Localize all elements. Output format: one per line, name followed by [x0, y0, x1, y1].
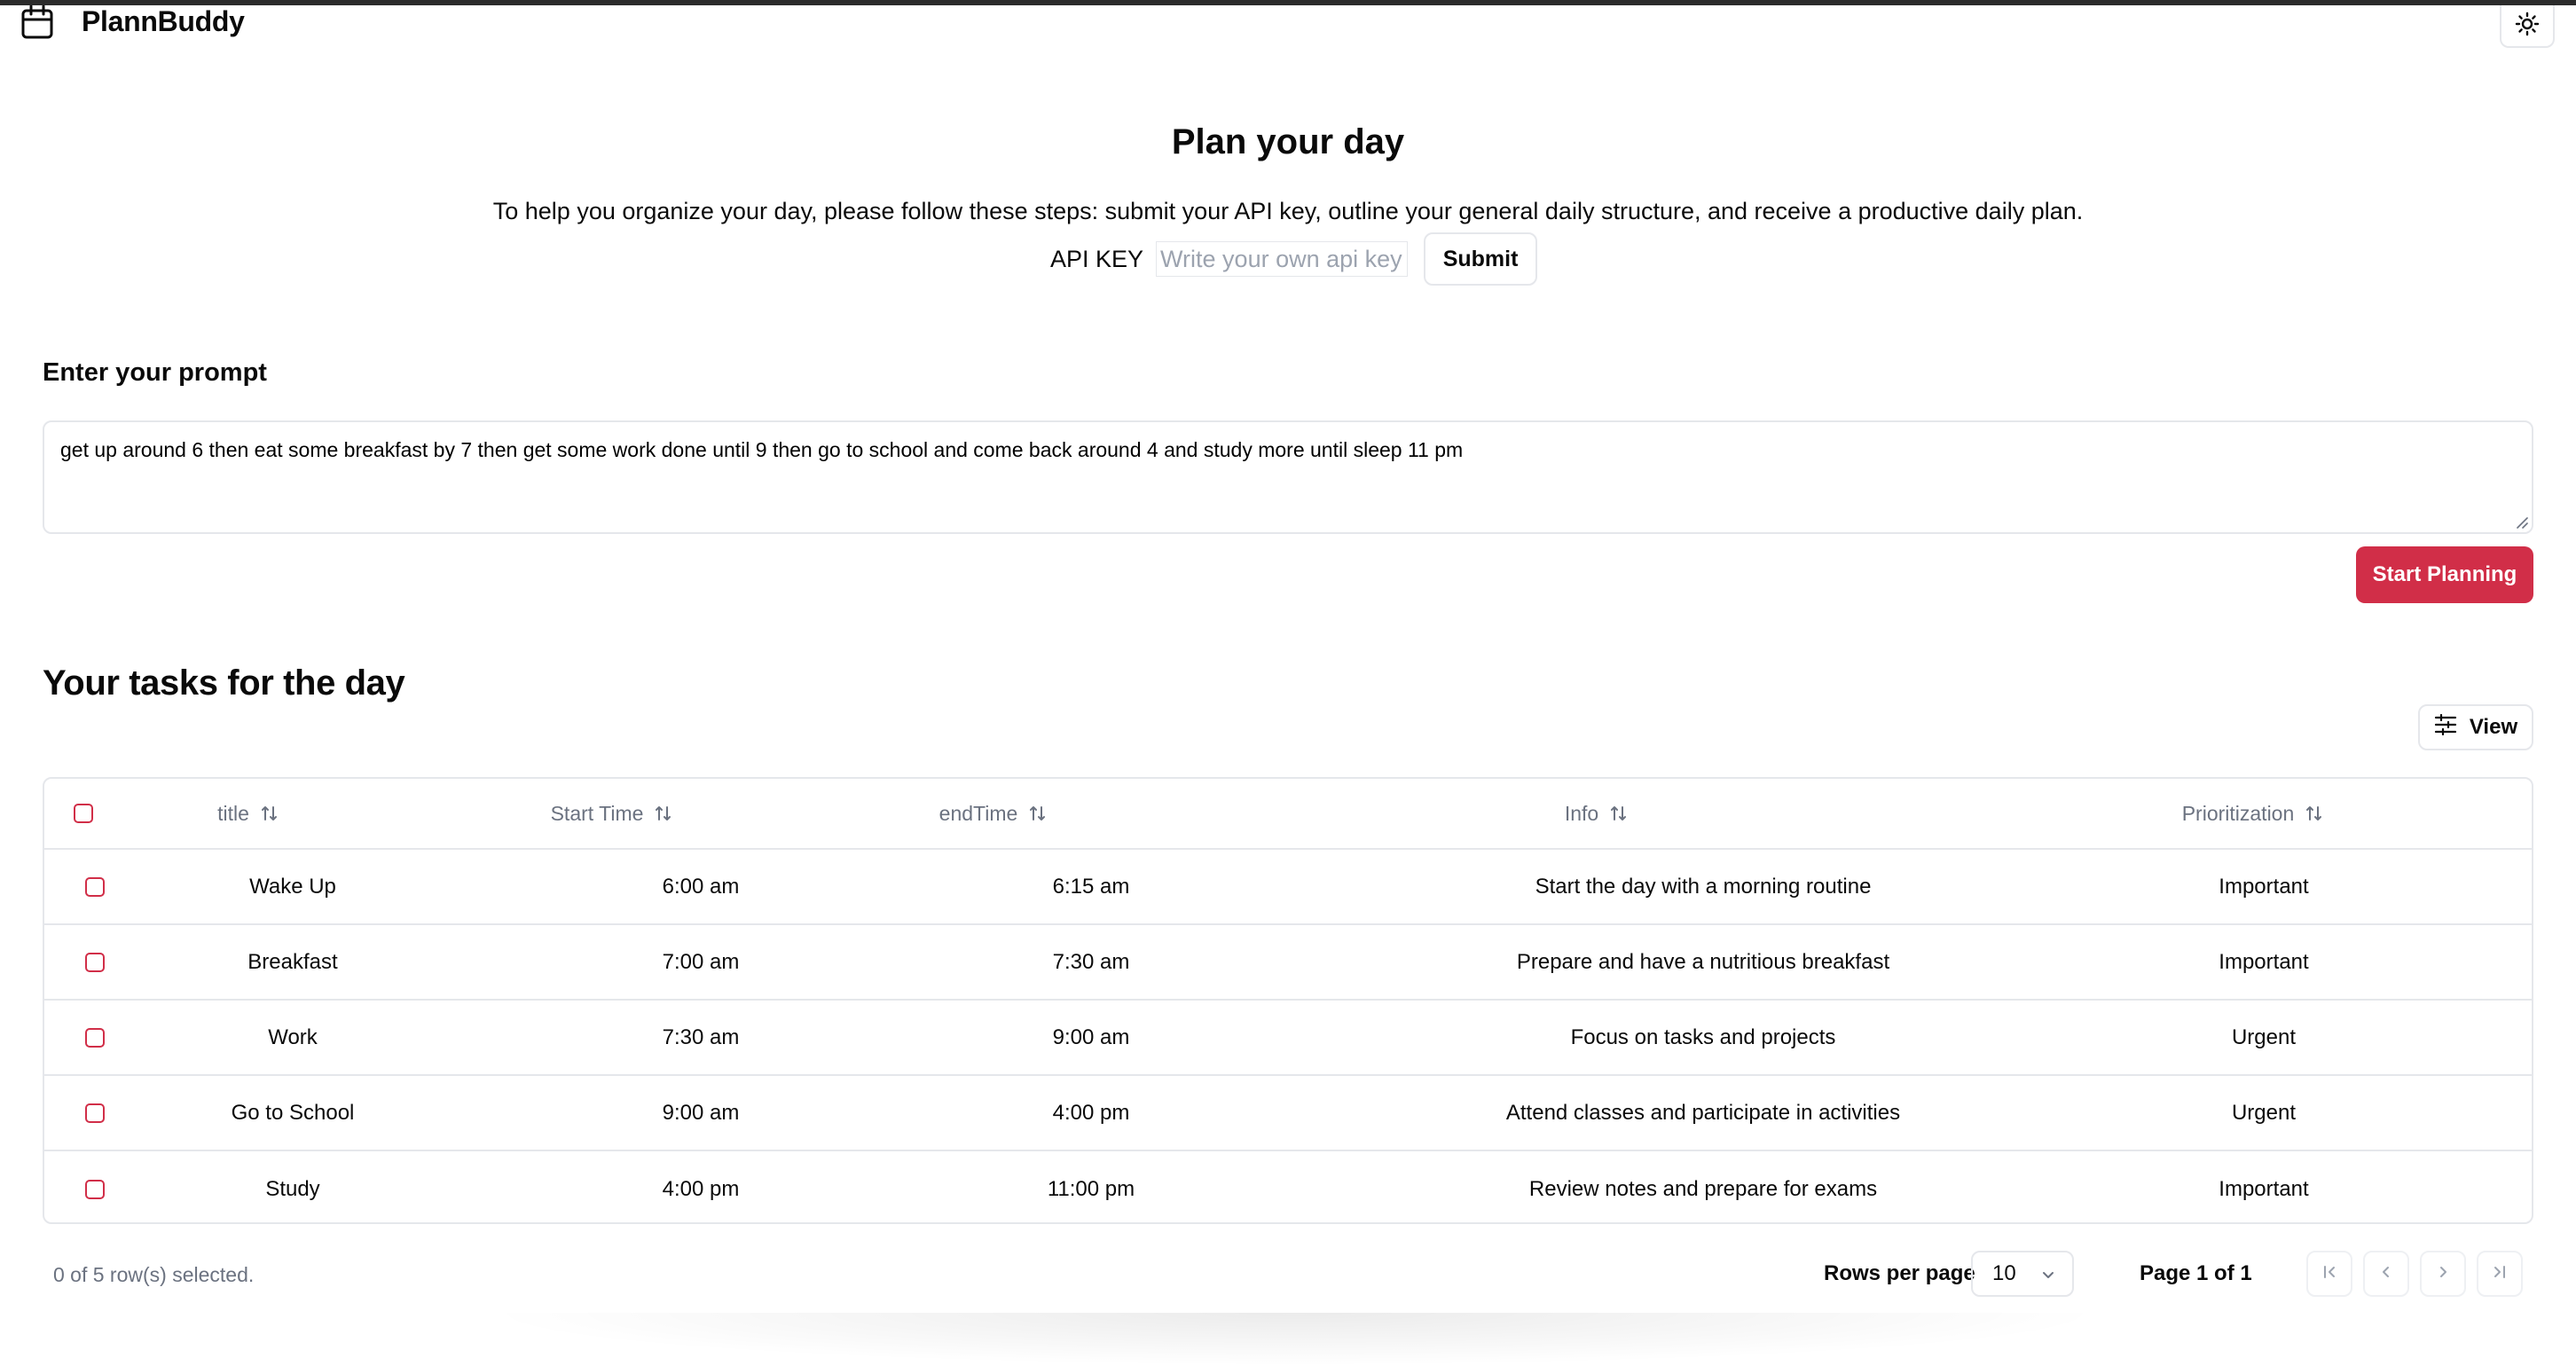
- prompt-textarea[interactable]: [43, 420, 2533, 534]
- cell-end-time: 6:15 am: [1052, 874, 1130, 899]
- start-planning-button[interactable]: Start Planning: [2356, 546, 2533, 603]
- app-title: PlannBuddy: [82, 5, 245, 37]
- last-page-button[interactable]: [2477, 1251, 2523, 1297]
- column-header-end-time[interactable]: endTime: [878, 779, 1109, 848]
- column-header-label: Prioritization: [2181, 801, 2295, 825]
- table-row: Study 4:00 pm 11:00 pm Review notes and …: [44, 1151, 2532, 1222]
- table-row: Work 7:30 am 9:00 am Focus on tasks and …: [44, 1001, 2532, 1076]
- cell-prioritization: Important: [2219, 1176, 2309, 1201]
- last-page-icon: [2491, 1263, 2509, 1285]
- cell-start-time: 4:00 pm: [662, 1176, 740, 1201]
- sliders-icon: [2434, 713, 2470, 742]
- cell-info: Focus on tasks and projects: [1570, 1024, 1836, 1049]
- table-row: Go to School 9:00 am 4:00 pm Attend clas…: [44, 1076, 2532, 1151]
- row-checkbox[interactable]: [85, 876, 105, 897]
- prev-page-icon: [2377, 1263, 2395, 1285]
- row-checkbox[interactable]: [85, 1027, 105, 1048]
- bottom-shadow: [479, 1313, 2111, 1366]
- column-header-label: Info: [1564, 801, 1599, 825]
- sort-icon: [654, 804, 673, 823]
- table-header-row: title Start Time endTime Info Prioritiza…: [44, 779, 2532, 850]
- select-all-cell: [64, 779, 103, 848]
- column-header-prioritization[interactable]: Prioritization: [2120, 779, 2386, 848]
- cell-title: Work: [268, 1024, 318, 1049]
- row-select-cell: [85, 1001, 105, 1074]
- api-key-form: API KEY Submit: [1050, 232, 1538, 286]
- column-header-label: endTime: [939, 801, 1018, 825]
- calendar-icon: [20, 4, 55, 39]
- cell-start-time: 9:00 am: [662, 1100, 740, 1125]
- cell-start-time: 6:00 am: [662, 874, 740, 899]
- first-page-button[interactable]: [2306, 1251, 2352, 1297]
- select-all-checkbox[interactable]: [74, 804, 93, 823]
- row-select-cell: [85, 1151, 105, 1222]
- app-header: PlannBuddy: [0, 4, 2576, 51]
- rows-per-page-value: 10: [1992, 1261, 2016, 1285]
- theme-toggle-button[interactable]: [2500, 5, 2555, 48]
- cell-prioritization: Important: [2219, 949, 2309, 974]
- sort-icon: [1028, 804, 1048, 823]
- cell-prioritization: Important: [2219, 874, 2309, 899]
- sort-icon: [260, 804, 279, 823]
- column-header-label: Start Time: [550, 801, 644, 825]
- submit-button[interactable]: Submit: [1424, 232, 1538, 286]
- column-header-start-time[interactable]: Start Time: [506, 779, 719, 848]
- table-row: Breakfast 7:00 am 7:30 am Prepare and ha…: [44, 925, 2532, 1001]
- api-key-label: API KEY: [1050, 245, 1144, 272]
- cell-start-time: 7:00 am: [662, 949, 740, 974]
- cell-prioritization: Urgent: [2231, 1100, 2297, 1125]
- cell-prioritization: Urgent: [2231, 1024, 2297, 1049]
- cell-start-time: 7:30 am: [662, 1024, 740, 1049]
- api-key-input[interactable]: [1156, 241, 1409, 277]
- sun-icon: [2515, 12, 2540, 41]
- tasks-section-title: Your tasks for the day: [43, 663, 405, 703]
- column-header-label: title: [217, 801, 249, 825]
- cell-info: Start the day with a morning routine: [1535, 874, 1872, 899]
- next-page-button[interactable]: [2420, 1251, 2466, 1297]
- tasks-table: title Start Time endTime Info Prioritiza…: [43, 777, 2533, 1224]
- first-page-icon: [2321, 1263, 2338, 1285]
- cell-end-time: 7:30 am: [1052, 949, 1130, 974]
- cell-title: Breakfast: [247, 949, 338, 974]
- row-checkbox[interactable]: [85, 1103, 105, 1123]
- row-select-cell: [85, 1076, 105, 1150]
- page-indicator: Page 1 of 1: [2140, 1261, 2252, 1285]
- view-options-button[interactable]: View: [2418, 704, 2533, 750]
- row-select-cell: [85, 925, 105, 999]
- cell-title: Wake Up: [249, 874, 336, 899]
- sort-icon: [1609, 804, 1629, 823]
- row-checkbox[interactable]: [85, 1179, 105, 1199]
- cell-title: Go to School: [231, 1100, 355, 1125]
- cell-info: Review notes and prepare for exams: [1528, 1176, 1878, 1201]
- selection-count: 0 of 5 row(s) selected.: [53, 1263, 255, 1286]
- cell-title: Study: [265, 1176, 320, 1201]
- column-header-title[interactable]: title: [160, 779, 337, 848]
- cell-end-time: 4:00 pm: [1052, 1100, 1130, 1125]
- resize-handle-icon[interactable]: [2516, 516, 2528, 529]
- cell-end-time: 9:00 am: [1052, 1024, 1130, 1049]
- column-header-info[interactable]: Info: [1508, 779, 1685, 848]
- cell-info: Attend classes and participate in activi…: [1505, 1100, 1901, 1125]
- page-description: To help you organize your day, please fo…: [492, 198, 2084, 224]
- table-row: Wake Up 6:00 am 6:15 am Start the day wi…: [44, 850, 2532, 925]
- previous-page-button[interactable]: [2363, 1251, 2409, 1297]
- page-title: Plan your day: [1171, 122, 1405, 161]
- rows-per-page-label: Rows per page: [1824, 1261, 1975, 1285]
- prompt-label: Enter your prompt: [43, 358, 267, 387]
- view-button-label: View: [2469, 715, 2518, 739]
- cell-info: Prepare and have a nutritious breakfast: [1516, 949, 1890, 974]
- rows-per-page-select[interactable]: 10: [1971, 1251, 2074, 1297]
- next-page-icon: [2434, 1263, 2452, 1285]
- sort-icon: [2305, 804, 2324, 823]
- cell-end-time: 11:00 pm: [1047, 1176, 1135, 1201]
- row-checkbox[interactable]: [85, 952, 105, 972]
- row-select-cell: [85, 850, 105, 923]
